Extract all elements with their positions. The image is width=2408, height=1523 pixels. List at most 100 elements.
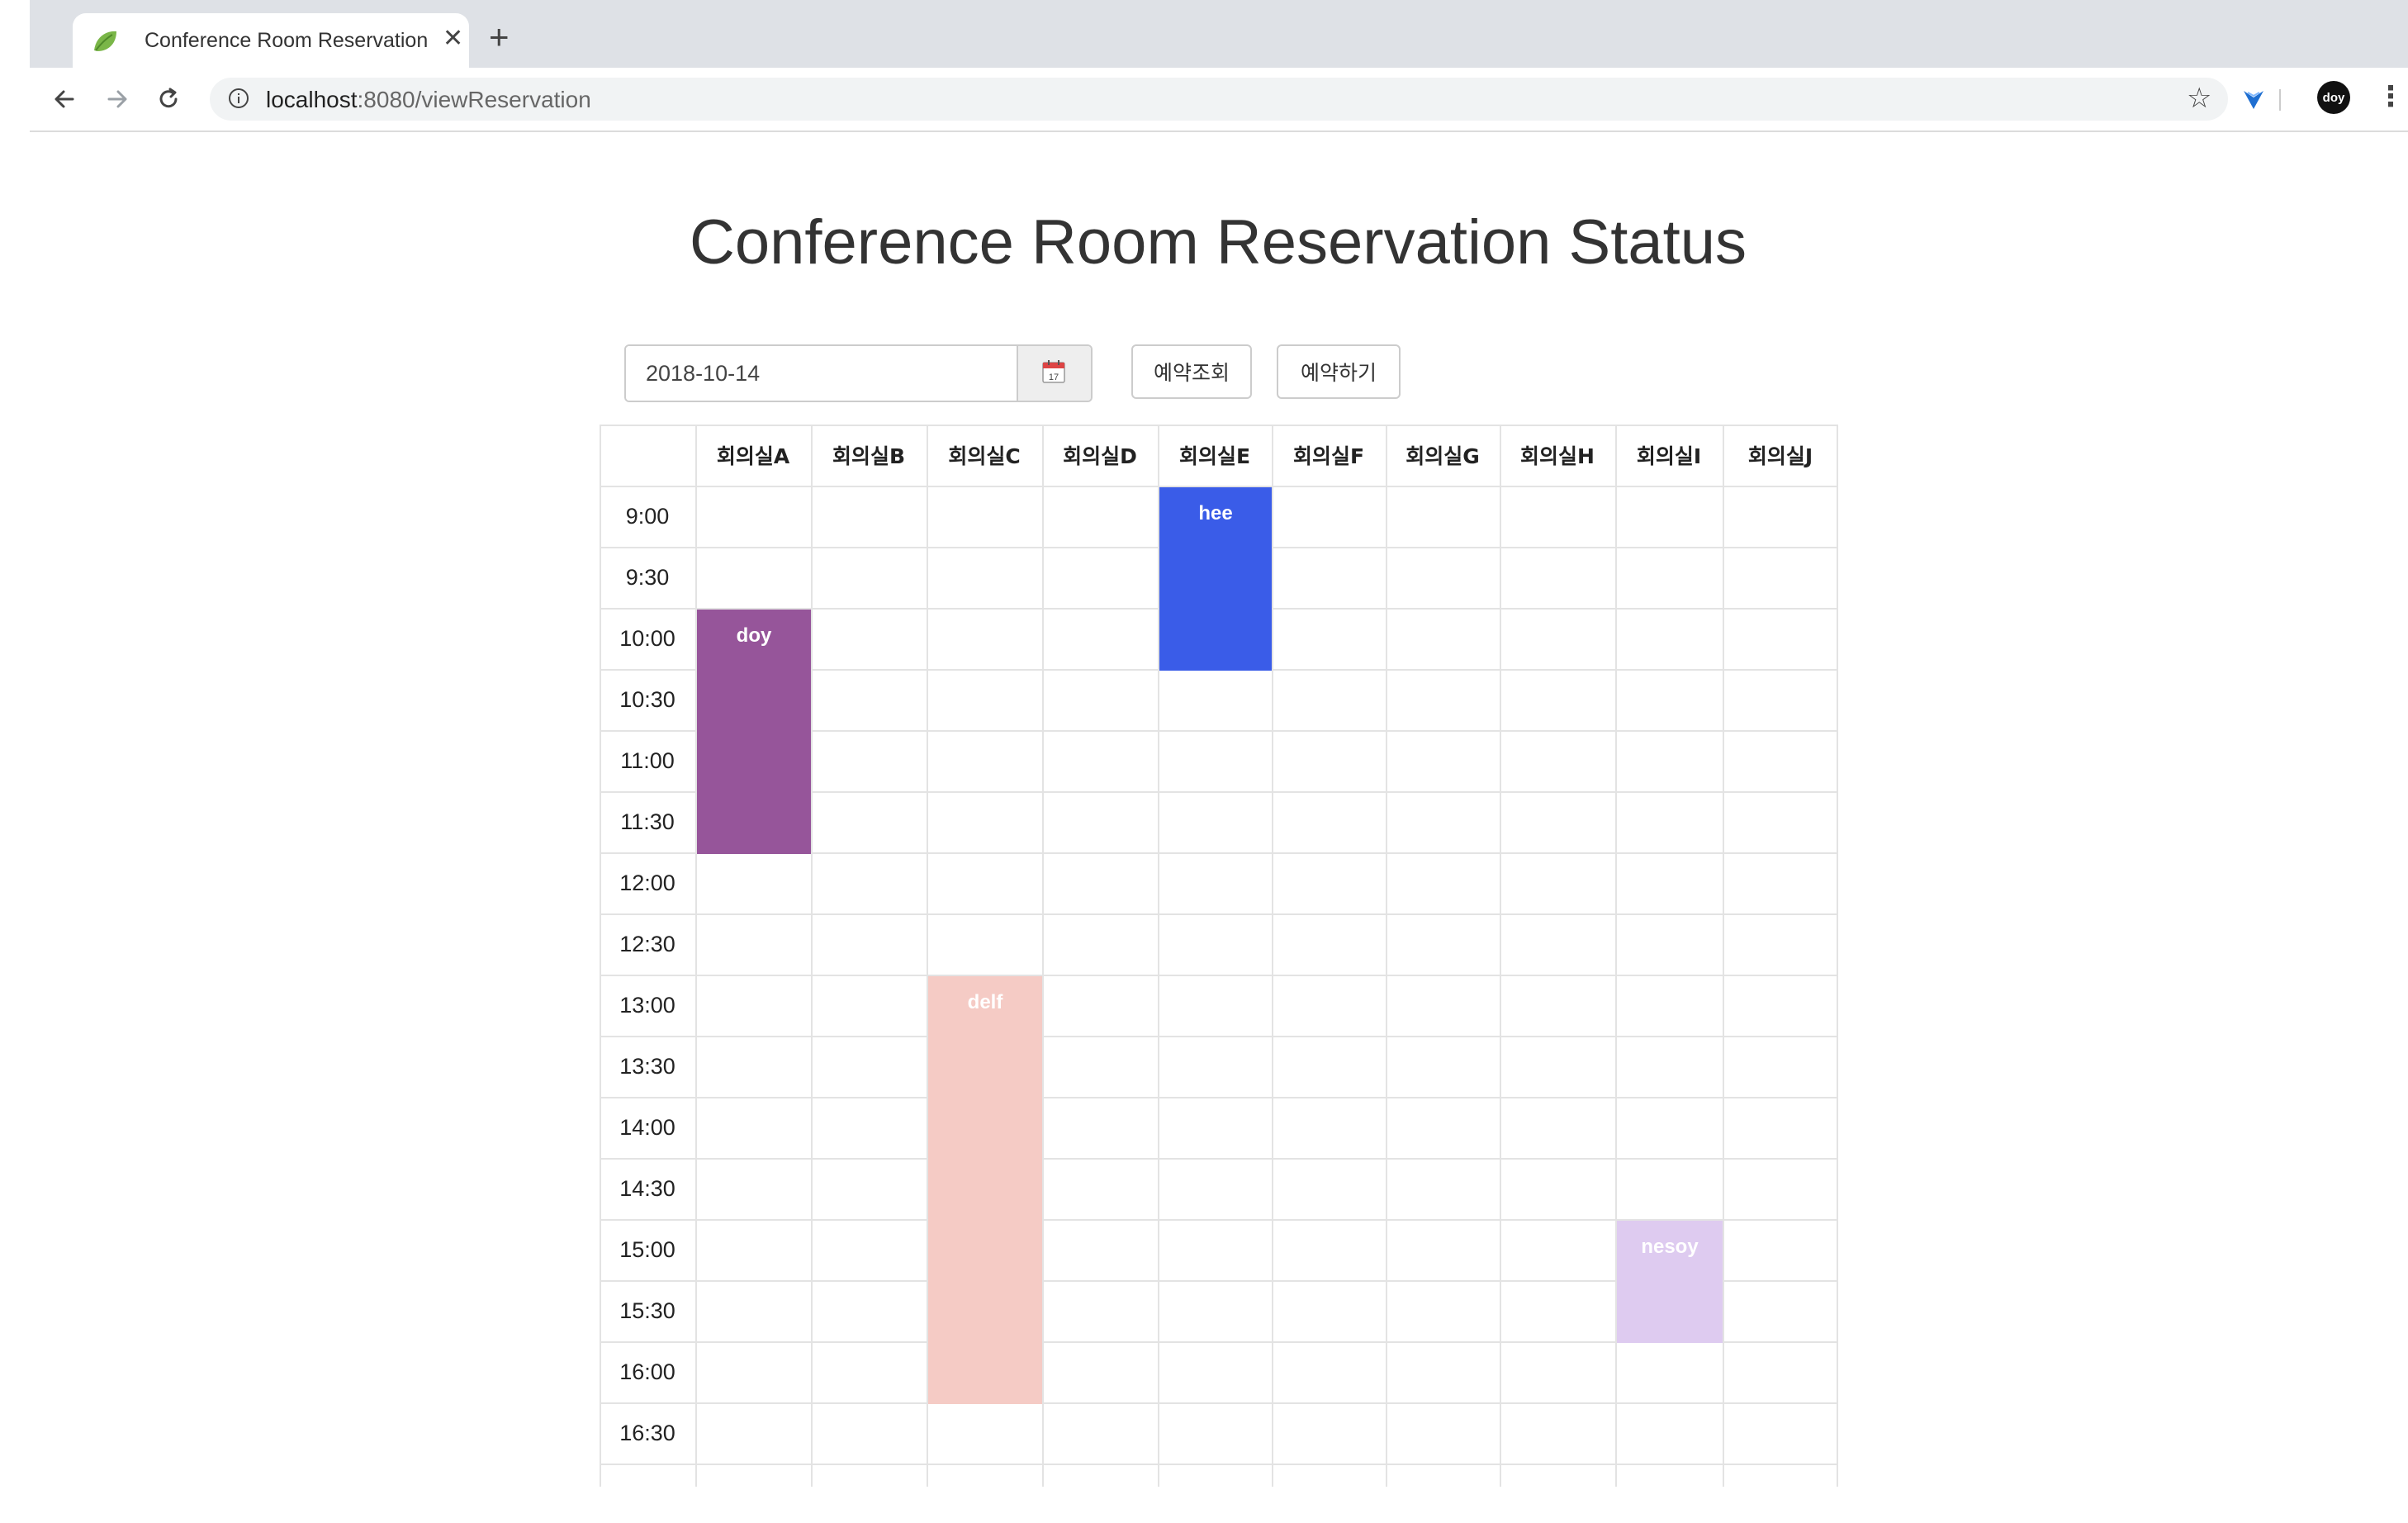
slot-cell[interactable] [1617,732,1723,791]
slot-cell[interactable] [1501,1098,1615,1158]
slot-cell[interactable] [1273,610,1386,669]
extension-icon[interactable] [2240,86,2267,112]
address-bar[interactable]: localhost:8080/viewReservation ☆ [210,78,2228,121]
slot-cell[interactable] [697,487,811,547]
slot-cell[interactable] [1273,1282,1386,1341]
slot-cell[interactable] [1724,1404,1838,1464]
slot-cell[interactable] [1044,732,1158,791]
slot-cell[interactable] [1044,1221,1158,1280]
slot-cell[interactable] [1387,976,1500,1036]
slot-cell[interactable] [1501,1221,1615,1280]
slot-cell[interactable] [1724,1098,1838,1158]
slot-cell[interactable] [1044,671,1158,730]
slot-cell[interactable] [928,610,1042,669]
slot-cell[interactable] [1387,610,1500,669]
slot-cell[interactable] [1387,854,1500,913]
slot-cell[interactable] [1159,1037,1272,1097]
slot-cell[interactable] [928,1404,1042,1464]
slot-cell[interactable] [813,1282,927,1341]
slot-cell[interactable] [1501,610,1615,669]
slot-cell[interactable] [1617,793,1723,852]
slot-cell[interactable] [697,1160,811,1219]
slot-cell[interactable] [1724,732,1838,791]
slot-cell[interactable] [1387,1343,1500,1402]
menu-kebab-icon[interactable]: ⋮ [2377,83,2405,111]
slot-cell[interactable] [1724,1343,1838,1402]
slot-cell[interactable] [1501,671,1615,730]
search-reservation-button[interactable]: 예약조회 [1131,344,1252,399]
make-reservation-button[interactable]: 예약하기 [1277,344,1401,399]
slot-cell[interactable] [1387,487,1500,547]
slot-cell[interactable] [813,548,927,608]
info-icon[interactable] [228,88,249,109]
slot-cell[interactable] [1724,915,1838,975]
slot-cell[interactable] [1724,548,1838,608]
slot-cell[interactable] [1159,1404,1272,1464]
slot-cell[interactable] [1501,1282,1615,1341]
slot-cell[interactable] [1724,671,1838,730]
slot-cell[interactable] [813,854,927,913]
slot-cell[interactable] [1501,1404,1615,1464]
slot-cell[interactable] [1724,854,1838,913]
slot-cell[interactable] [1501,487,1615,547]
slot-cell[interactable] [1501,732,1615,791]
bookmark-star-icon[interactable]: ☆ [2187,84,2211,112]
slot-cell[interactable] [1273,1037,1386,1097]
slot-cell[interactable] [813,1160,927,1219]
slot-cell[interactable] [813,1098,927,1158]
slot-cell[interactable] [1724,1037,1838,1097]
slot-cell[interactable] [1617,610,1723,669]
slot-cell[interactable] [697,854,811,913]
forward-icon[interactable] [102,84,132,114]
slot-cell[interactable] [813,793,927,852]
back-icon[interactable] [50,84,79,114]
slot-cell[interactable] [697,1343,811,1402]
slot-cell[interactable] [928,793,1042,852]
slot-cell[interactable] [1159,1160,1272,1219]
slot-cell[interactable] [1159,671,1272,730]
slot-cell[interactable] [813,1343,927,1402]
slot-cell[interactable] [697,915,811,975]
slot-cell[interactable] [1724,1282,1838,1341]
slot-cell[interactable] [1501,1160,1615,1219]
slot-cell[interactable] [1387,915,1500,975]
slot-cell[interactable] [813,1221,927,1280]
slot-cell[interactable] [1501,1037,1615,1097]
slot-cell[interactable] [1273,793,1386,852]
slot-cell[interactable] [1273,487,1386,547]
slot-cell[interactable] [1387,548,1500,608]
slot-cell[interactable] [697,1221,811,1280]
slot-cell[interactable] [1273,1343,1386,1402]
slot-cell[interactable] [1044,548,1158,608]
slot-cell[interactable] [1044,1282,1158,1341]
slot-cell[interactable] [1273,915,1386,975]
slot-cell[interactable] [1501,548,1615,608]
slot-cell[interactable] [1273,854,1386,913]
slot-cell[interactable] [1044,1037,1158,1097]
reservation-block[interactable]: delf [928,976,1042,1404]
slot-cell[interactable] [1724,610,1838,669]
slot-cell[interactable] [1617,854,1723,913]
slot-cell[interactable] [1617,1160,1723,1219]
reload-icon[interactable] [154,84,183,114]
slot-cell[interactable] [1273,1160,1386,1219]
slot-cell[interactable] [1617,1404,1723,1464]
slot-cell[interactable] [1273,1404,1386,1464]
slot-cell[interactable] [1044,793,1158,852]
slot-cell[interactable] [1501,1343,1615,1402]
slot-cell[interactable] [1159,732,1272,791]
slot-cell[interactable] [928,854,1042,913]
slot-cell[interactable] [1044,1343,1158,1402]
slot-cell[interactable] [1724,1221,1838,1280]
slot-cell[interactable] [1387,732,1500,791]
slot-cell[interactable] [1617,1343,1723,1402]
slot-cell[interactable] [697,976,811,1036]
slot-cell[interactable] [1387,1098,1500,1158]
slot-cell[interactable] [1387,671,1500,730]
slot-cell[interactable] [1044,610,1158,669]
slot-cell[interactable] [1387,1221,1500,1280]
slot-cell[interactable] [813,1037,927,1097]
slot-cell[interactable] [928,671,1042,730]
slot-cell[interactable] [1724,976,1838,1036]
slot-cell[interactable] [697,1037,811,1097]
